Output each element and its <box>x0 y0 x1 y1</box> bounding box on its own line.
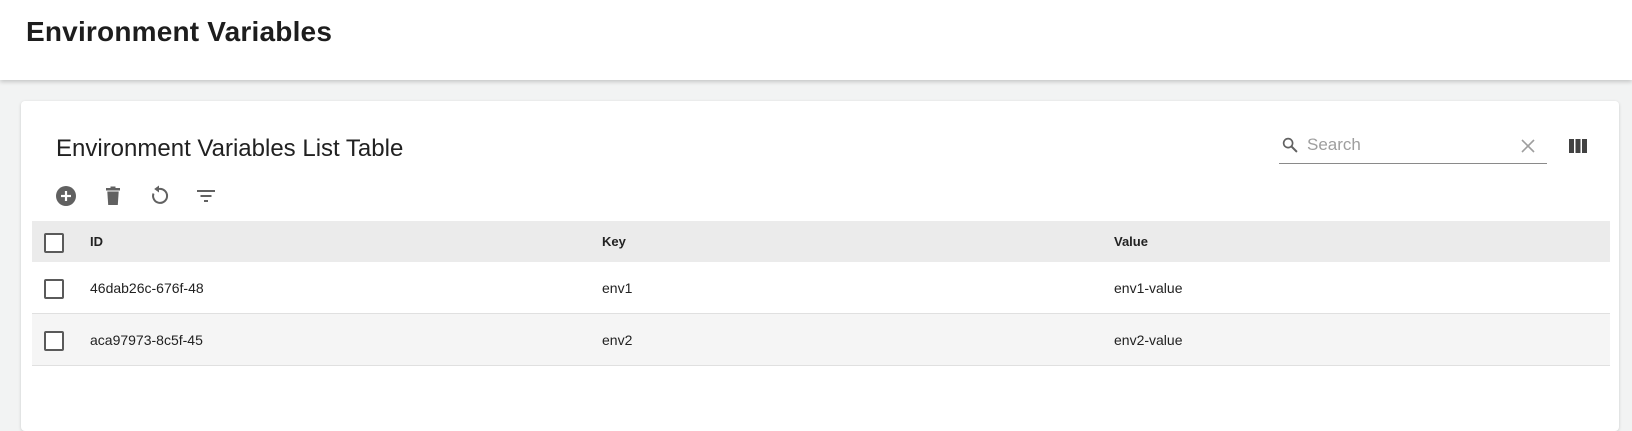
search-icon <box>1282 137 1298 153</box>
column-header-key[interactable]: Key <box>602 221 626 262</box>
column-header-id[interactable]: ID <box>90 221 103 262</box>
filter-button[interactable] <box>194 184 218 208</box>
table-header-row: ID Key Value <box>32 221 1610 262</box>
add-circle-icon <box>56 186 76 206</box>
filter-icon <box>197 190 215 202</box>
trash-icon <box>106 186 120 205</box>
delete-button[interactable] <box>101 184 125 208</box>
cell-value: env2-value <box>1114 331 1183 348</box>
close-icon[interactable] <box>1520 138 1536 154</box>
cell-id: aca97973-8c5f-45 <box>90 331 203 348</box>
search-box <box>1279 129 1547 164</box>
add-button[interactable] <box>54 184 78 208</box>
table-row[interactable]: 46dab26c-676f-48 env1 env1-value <box>32 262 1610 314</box>
app-bar: Environment Variables <box>0 0 1632 80</box>
column-header-value[interactable]: Value <box>1114 221 1148 262</box>
page-title: Environment Variables <box>26 16 333 47</box>
row-checkbox[interactable] <box>44 330 64 351</box>
select-all-checkbox[interactable] <box>44 232 64 253</box>
cell-value: env1-value <box>1114 279 1183 296</box>
table-card: Environment Variables List Table Search … <box>21 101 1619 431</box>
row-checkbox[interactable] <box>44 278 64 299</box>
table-row[interactable]: aca97973-8c5f-45 env2 env2-value <box>32 314 1610 366</box>
search-input[interactable] <box>1307 133 1512 157</box>
refresh-button[interactable] <box>147 184 171 208</box>
view-columns-icon[interactable] <box>1567 135 1589 157</box>
refresh-icon <box>152 185 169 204</box>
cell-key: env1 <box>602 279 633 296</box>
table-title: Environment Variables List Table <box>56 135 404 162</box>
cell-id: 46dab26c-676f-48 <box>90 279 204 296</box>
cell-key: env2 <box>602 331 633 348</box>
env-vars-table: ID Key Value 46dab26c-676f-48 env1 env1-… <box>32 221 1610 366</box>
